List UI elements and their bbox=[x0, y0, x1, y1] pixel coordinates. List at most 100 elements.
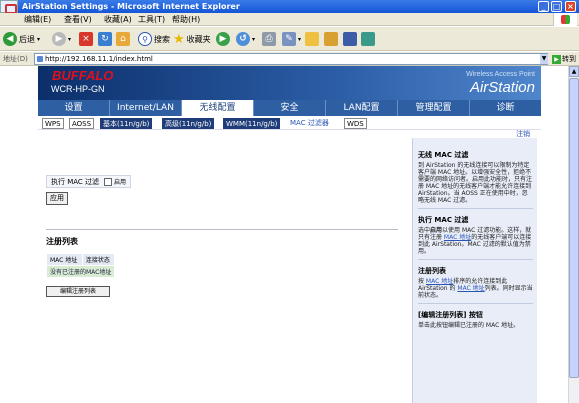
scroll-thumb[interactable] bbox=[569, 78, 579, 378]
main-content: 执行 MAC 过滤 启用 应用 注册列表 MAC 地址 连接状态 没有已注册的M… bbox=[38, 138, 406, 403]
sub-nav: WPS AOSS 基本(11n/g/b) 高级(11n/g/b) WMM(11n… bbox=[38, 116, 541, 130]
scroll-up-icon[interactable]: ▲ bbox=[569, 66, 579, 77]
menu-favorites[interactable]: 收藏(A) bbox=[104, 14, 132, 25]
search-button[interactable]: ⚲ 搜索 bbox=[138, 30, 170, 48]
search-icon: ⚲ bbox=[138, 32, 152, 46]
menu-edit[interactable]: 编辑(E) bbox=[24, 14, 51, 25]
close-button[interactable]: × bbox=[565, 1, 576, 12]
menu-bar: 编辑(E) 查看(V) 收藏(A) 工具(T) 帮助(H) bbox=[0, 13, 579, 26]
url-dropdown-icon[interactable]: ▼ bbox=[540, 54, 548, 64]
vertical-scrollbar[interactable]: ▲ bbox=[568, 66, 579, 403]
search-label: 搜索 bbox=[154, 34, 170, 44]
help-title: 无线 MAC 过滤 bbox=[418, 151, 469, 159]
print-button[interactable]: ⎙ bbox=[262, 30, 276, 48]
chevron-down-icon: ▾ bbox=[252, 35, 256, 43]
apply-button[interactable]: 应用 bbox=[46, 192, 68, 205]
menu-view[interactable]: 查看(V) bbox=[64, 14, 92, 25]
tab-diagnostics[interactable]: 诊断 bbox=[470, 100, 541, 116]
registration-list-title: 注册列表 bbox=[46, 237, 78, 246]
browser-window: AirStation Settings - Microsoft Internet… bbox=[0, 0, 579, 403]
help-intro: 到 AirStation 的无线连接可以限制为特定客户端 MAC 地址。以增强安… bbox=[418, 162, 533, 204]
forward-button[interactable]: ▶ ▾ bbox=[52, 30, 71, 48]
go-button[interactable]: ▶ 转到 bbox=[552, 54, 576, 64]
messenger-icon bbox=[343, 32, 357, 46]
home-icon: ⌂ bbox=[116, 32, 130, 46]
star-icon: ★ bbox=[173, 31, 185, 47]
stop-button[interactable]: × bbox=[79, 30, 93, 48]
extension-icon bbox=[361, 32, 375, 46]
edit-icon: ✎ bbox=[282, 32, 296, 46]
mac-filter-label: 执行 MAC 过滤 bbox=[51, 177, 100, 186]
tab-wireless[interactable]: 无线配置 bbox=[182, 100, 254, 116]
print-icon: ⎙ bbox=[262, 32, 276, 46]
forward-arrow-icon: ▶ bbox=[52, 32, 66, 46]
mac-address-link[interactable]: MAC 地址 bbox=[444, 234, 471, 241]
go-label: 转到 bbox=[562, 55, 576, 63]
address-label: 地址(D) bbox=[3, 55, 28, 63]
url-input[interactable]: http://192.168.11.1/index.html bbox=[34, 53, 548, 65]
tab-lan-config[interactable]: LAN配置 bbox=[326, 100, 398, 116]
ie-icon bbox=[0, 0, 18, 14]
address-bar: 地址(D) http://192.168.11.1/index.html ▼ ▶… bbox=[0, 52, 579, 66]
history-icon: ↺ bbox=[236, 32, 250, 46]
help-divider bbox=[418, 208, 533, 209]
connection-status-header: 连接状态 bbox=[81, 253, 116, 266]
airstation-brand: AirStation bbox=[469, 79, 535, 96]
edit-registration-list-button[interactable]: 编辑注册列表 bbox=[46, 286, 110, 297]
help-panel: 无线 MAC 过滤 到 AirStation 的无线连接可以限制为特定客户端 M… bbox=[412, 138, 537, 403]
folder-icon bbox=[305, 32, 319, 46]
research-button[interactable] bbox=[324, 30, 338, 48]
home-button[interactable]: ⌂ bbox=[116, 30, 130, 48]
page-header: BUFFALO WCR-HP-GN Wireless Access Point … bbox=[38, 66, 541, 100]
help-edit-text: 单击此按钮编辑已注册的 MAC 地址。 bbox=[418, 322, 520, 329]
subtab-wps[interactable]: WPS bbox=[42, 118, 64, 129]
subtab-mac-filter[interactable]: MAC 过滤器 bbox=[288, 118, 331, 129]
media-icon: ▶ bbox=[216, 32, 230, 46]
maximize-button[interactable]: □ bbox=[551, 1, 562, 12]
extension-button[interactable] bbox=[361, 30, 375, 48]
menu-help[interactable]: 帮助(H) bbox=[172, 14, 200, 25]
refresh-icon: ↻ bbox=[98, 32, 112, 46]
messenger-button[interactable] bbox=[343, 30, 357, 48]
edit-page-button[interactable]: ✎ ▾ bbox=[282, 30, 301, 48]
empty-list-message: 没有已注册的MAC地址 bbox=[45, 265, 116, 278]
section-divider bbox=[46, 229, 398, 230]
subtab-advanced[interactable]: 高级(11n/g/b) bbox=[162, 118, 215, 129]
help-divider bbox=[418, 303, 533, 304]
back-button[interactable]: ◀ 后退 ▾ bbox=[3, 30, 40, 48]
subtab-wmm[interactable]: WMM(11n/g/b) bbox=[223, 118, 281, 129]
favorites-button[interactable]: ★ 收藏夹 bbox=[173, 30, 211, 48]
stop-icon: × bbox=[79, 32, 93, 46]
mac-address-header: MAC 地址 bbox=[46, 253, 83, 266]
page-margin-left bbox=[0, 66, 38, 403]
history-button[interactable]: ↺ ▾ bbox=[236, 30, 255, 48]
tab-security[interactable]: 安全 bbox=[254, 100, 326, 116]
enable-checkbox[interactable] bbox=[104, 177, 113, 186]
enable-checkbox-label[interactable]: 启用 bbox=[114, 177, 126, 186]
tab-setup[interactable]: 设置 bbox=[38, 100, 110, 116]
minimize-button[interactable]: _ bbox=[538, 1, 549, 12]
tagline: Wireless Access Point bbox=[466, 71, 535, 78]
subtab-basic[interactable]: 基本(11n/g/b) bbox=[100, 118, 153, 129]
media-button[interactable]: ▶ bbox=[216, 30, 230, 48]
favorites-label: 收藏夹 bbox=[186, 34, 211, 44]
menu-tools[interactable]: 工具(T) bbox=[138, 14, 165, 25]
go-arrow-icon: ▶ bbox=[552, 55, 561, 64]
mac-address-link[interactable]: MAC 地址 bbox=[426, 278, 453, 285]
mac-filter-enable-row: 执行 MAC 过滤 启用 bbox=[46, 175, 132, 188]
window-title: AirStation Settings - Microsoft Internet… bbox=[22, 2, 240, 11]
mac-address-link[interactable]: MAC 地址 bbox=[457, 285, 484, 292]
page-margin-right bbox=[541, 66, 568, 403]
subtab-wds[interactable]: WDS bbox=[344, 118, 367, 129]
subtab-aoss[interactable]: AOSS bbox=[69, 118, 95, 129]
folder-button[interactable] bbox=[305, 30, 319, 48]
main-nav: 设置 Internet/LAN 无线配置 安全 LAN配置 管理配置 诊断 bbox=[38, 100, 541, 116]
help-reglist-title: 注册列表 bbox=[418, 267, 446, 275]
help-divider bbox=[418, 259, 533, 260]
refresh-button[interactable]: ↻ bbox=[98, 30, 112, 48]
title-bar: AirStation Settings - Microsoft Internet… bbox=[0, 0, 579, 14]
tab-admin[interactable]: 管理配置 bbox=[398, 100, 470, 116]
chevron-down-icon: ▾ bbox=[298, 35, 302, 43]
windows-logo-icon bbox=[553, 13, 577, 26]
tab-internet-lan[interactable]: Internet/LAN bbox=[110, 100, 182, 116]
